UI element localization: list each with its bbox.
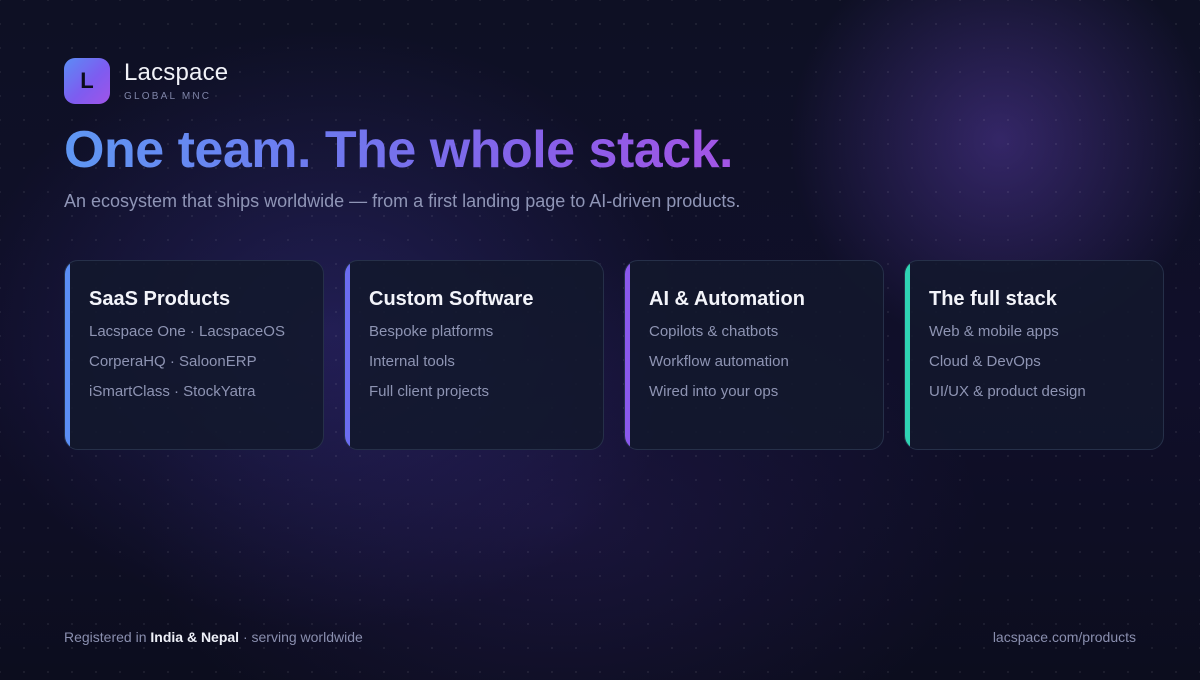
card-ai-automation[interactable]: AI & Automation Copilots & chatbots Work…: [624, 260, 884, 450]
registration-note: Registered in India & Nepal · serving wo…: [64, 628, 363, 646]
logo-icon: L: [64, 58, 110, 104]
card-full-stack[interactable]: The full stack Web & mobile apps Cloud &…: [904, 260, 1164, 450]
registration-suffix: · serving worldwide: [239, 629, 363, 645]
card-item: Internal tools: [369, 353, 455, 370]
card-item: Cloud & DevOps: [929, 353, 1041, 370]
card-item: Workflow automation: [649, 353, 789, 370]
brand-name: Lacspace: [124, 58, 229, 86]
headline: One team. The whole stack.: [64, 118, 734, 182]
card-item: UI/UX & product design: [929, 383, 1086, 400]
card-title: The full stack: [929, 288, 1057, 310]
card-item: Web & mobile apps: [929, 323, 1059, 340]
card-item: Bespoke platforms: [369, 323, 494, 340]
registration-prefix: Registered in: [64, 629, 151, 645]
card-custom-software[interactable]: Custom Software Bespoke platforms Intern…: [344, 260, 604, 450]
card-item: Full client projects: [369, 383, 490, 400]
card-item: Wired into your ops: [649, 383, 779, 400]
card-accent-bar: [65, 261, 70, 449]
card-item: iSmartClass · StockYatra: [89, 383, 256, 400]
card-accent-bar: [625, 261, 630, 449]
card-title: SaaS Products: [89, 288, 231, 310]
subheadline: An ecosystem that ships worldwide — from…: [64, 191, 741, 211]
card-item: CorperaHQ · SaloonERP: [89, 353, 257, 370]
card-item: Lacspace One · LacspaceOS: [89, 323, 285, 340]
card-title: Custom Software: [369, 288, 534, 310]
hero-banner: L Lacspace GLOBAL MNC One team. The whol…: [0, 0, 1200, 680]
products-link[interactable]: lacspace.com/products: [993, 628, 1136, 646]
card-saas-products[interactable]: SaaS Products Lacspace One · LacspaceOS …: [64, 260, 324, 450]
card-accent-bar: [905, 261, 910, 449]
registration-countries: India & Nepal: [150, 629, 240, 645]
card-title: AI & Automation: [649, 288, 805, 310]
brand-lockup[interactable]: L Lacspace GLOBAL MNC: [64, 58, 228, 104]
brand-tagline: GLOBAL MNC: [124, 90, 212, 102]
brand-text: Lacspace GLOBAL MNC: [124, 58, 229, 103]
card-accent-bar: [345, 261, 350, 449]
card-item: Copilots & chatbots: [649, 323, 779, 340]
